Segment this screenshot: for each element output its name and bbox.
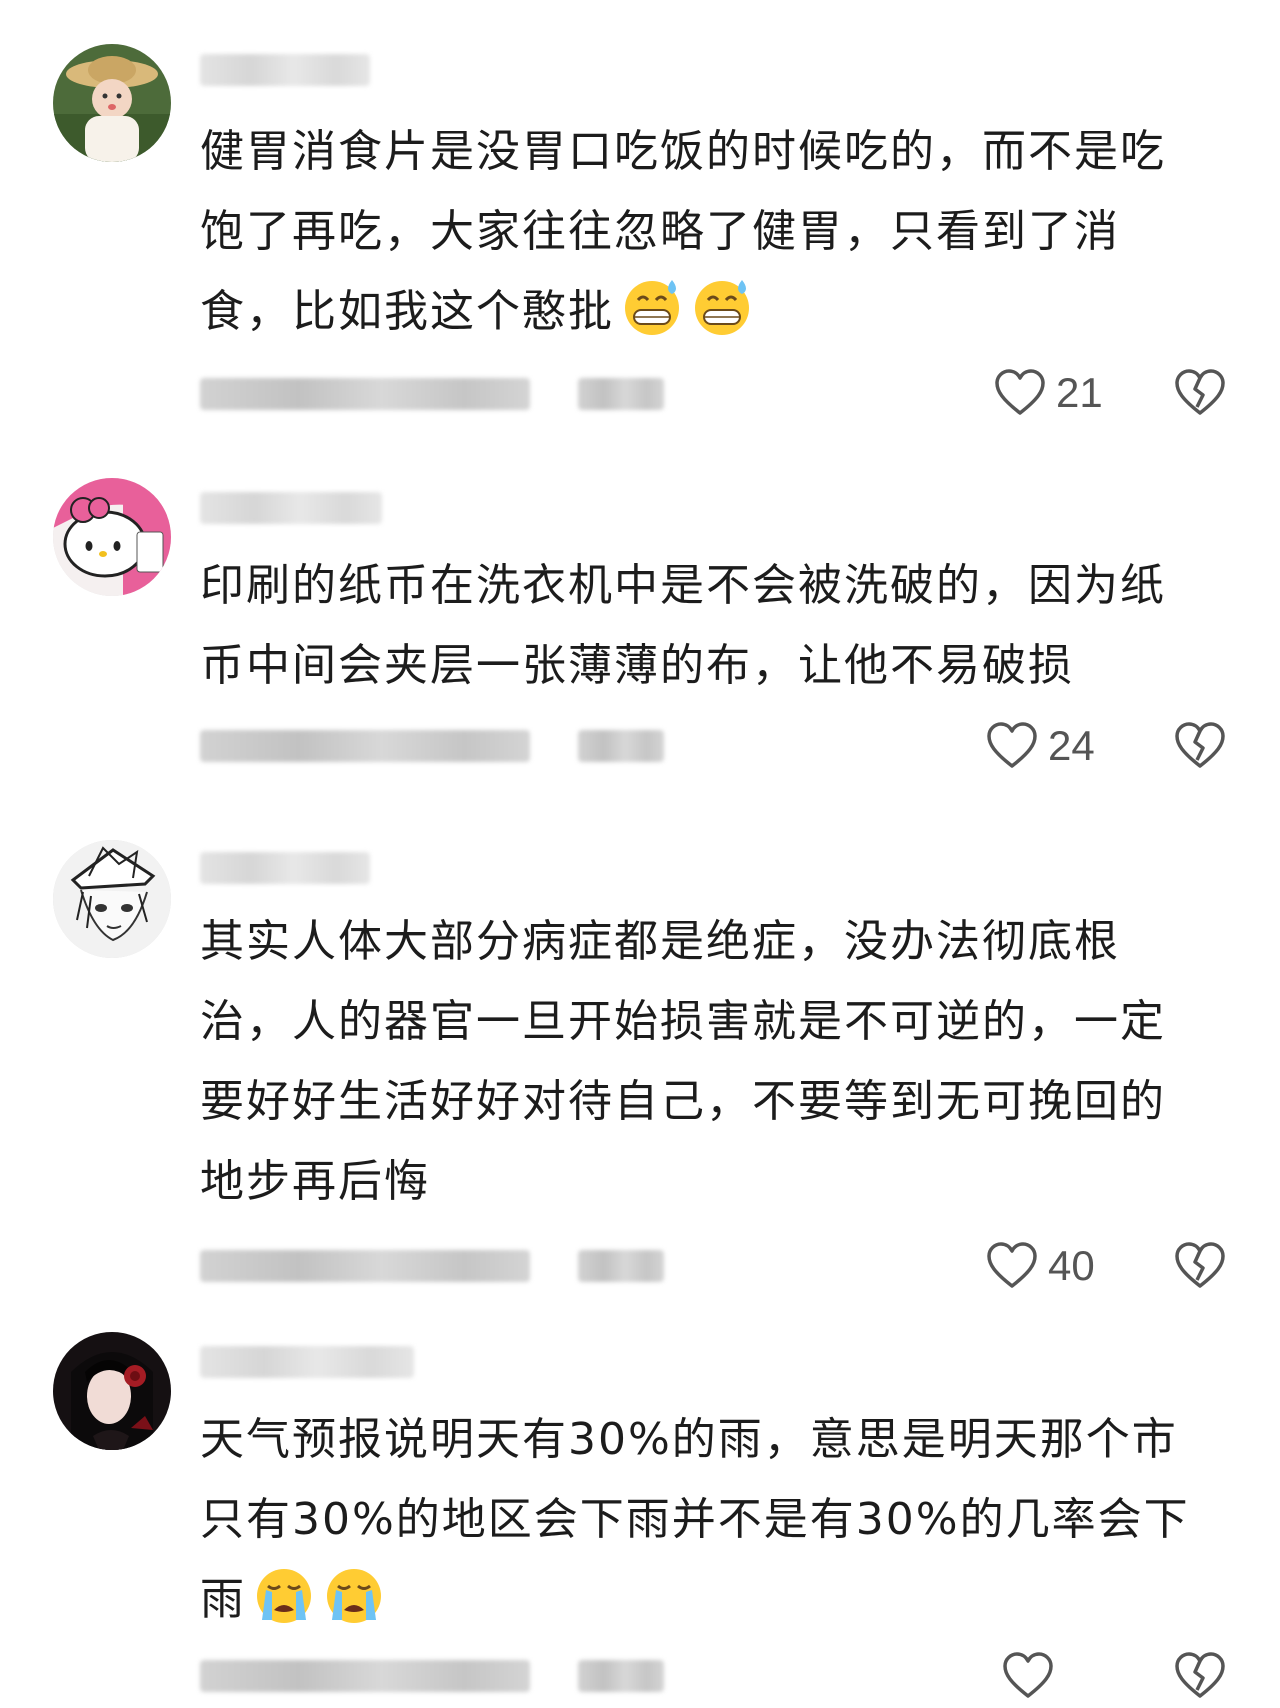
comment-text-content: 印刷的纸币在洗衣机中是不会被洗破的，因为纸币中间会夹层一张薄薄的布，让他不易破损 — [200, 560, 1166, 691]
username[interactable] — [200, 488, 382, 528]
blurred-date-location — [200, 378, 530, 410]
blurred-date-location — [200, 1250, 530, 1282]
dislike-button[interactable] — [1172, 1238, 1228, 1298]
dark-hair-portrait-avatar-image — [53, 1332, 171, 1450]
dislike-button[interactable] — [1172, 1648, 1228, 1708]
comment-text: 其实人体大部分病症都是绝症，没办法彻底根治，人的器官一旦开始损害就是不可逆的，一… — [200, 902, 1210, 1222]
comment-meta — [200, 1654, 664, 1698]
username[interactable] — [200, 848, 370, 888]
hello-kitty-avatar-image — [53, 478, 171, 596]
anime-sketch-avatar-image — [53, 840, 171, 958]
like-button[interactable]: 24 — [984, 718, 1095, 774]
reply-button[interactable] — [578, 1250, 664, 1282]
comment-meta — [200, 724, 664, 768]
reply-button[interactable] — [578, 1660, 664, 1692]
username[interactable] — [200, 1342, 414, 1382]
comment-text: 天气预报说明天有30%的雨，意思是明天那个市只有30%的地区会下雨并不是有30%… — [200, 1400, 1210, 1640]
username[interactable] — [200, 50, 370, 90]
crying-emoji — [252, 1562, 316, 1626]
user-avatar[interactable] — [53, 840, 171, 958]
dislike-button[interactable] — [1172, 718, 1228, 778]
comment-meta — [200, 372, 664, 416]
like-button[interactable]: 40 — [984, 1238, 1095, 1294]
heart-outline-icon — [1003, 1652, 1053, 1698]
sweat-grin-emoji — [620, 274, 684, 338]
heart-outline-icon — [995, 369, 1045, 415]
like-button[interactable]: 21 — [992, 365, 1103, 421]
broken-heart-icon — [1175, 369, 1225, 415]
heart-outline-icon — [987, 722, 1037, 768]
broken-heart-icon — [1175, 1242, 1225, 1288]
like-count: 40 — [1048, 1242, 1095, 1289]
like-count: 24 — [1048, 722, 1095, 769]
user-avatar[interactable] — [53, 44, 171, 162]
like-count: 21 — [1056, 369, 1103, 416]
blurred-date-location — [200, 730, 530, 762]
blurred-username — [200, 54, 370, 86]
comment-text: 印刷的纸币在洗衣机中是不会被洗破的，因为纸币中间会夹层一张薄薄的布，让他不易破损 — [200, 546, 1210, 706]
heart-outline-icon — [987, 1242, 1037, 1288]
like-button[interactable] — [1000, 1648, 1064, 1704]
blurred-username — [200, 852, 370, 884]
dislike-button[interactable] — [1172, 365, 1228, 425]
user-avatar[interactable] — [53, 478, 171, 596]
sweat-grin-emoji — [690, 274, 754, 338]
blurred-username — [200, 1346, 414, 1378]
blurred-username — [200, 492, 382, 524]
comment-meta — [200, 1244, 664, 1288]
broken-heart-icon — [1175, 722, 1225, 768]
blurred-date-location — [200, 1660, 530, 1692]
reply-button[interactable] — [578, 730, 664, 762]
reply-button[interactable] — [578, 378, 664, 410]
comment-text-content: 其实人体大部分病症都是绝症，没办法彻底根治，人的器官一旦开始损害就是不可逆的，一… — [200, 916, 1166, 1207]
user-avatar[interactable] — [53, 1332, 171, 1450]
girl-straw-hat-avatar-image — [53, 44, 171, 162]
broken-heart-icon — [1175, 1652, 1225, 1698]
crying-emoji — [322, 1562, 386, 1626]
comment-text: 健胃消食片是没胃口吃饭的时候吃的，而不是吃饱了再吃，大家往往忽略了健胃，只看到了… — [200, 112, 1210, 352]
